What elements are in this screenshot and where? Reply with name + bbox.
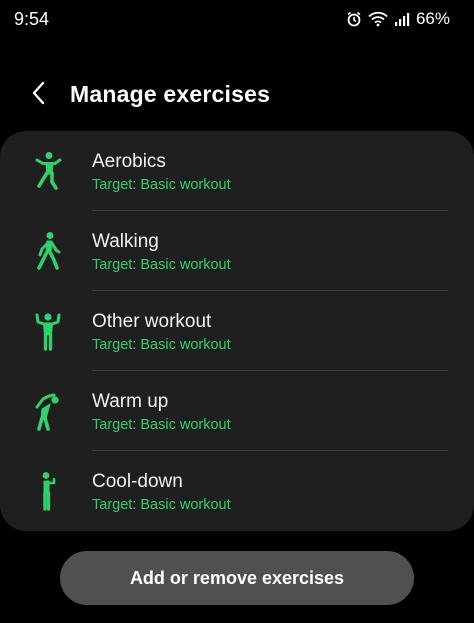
walking-icon: [30, 231, 66, 271]
aerobics-icon: [30, 151, 66, 191]
exercise-target: Target: Basic workout: [92, 257, 231, 273]
exercise-label: Other workout: [92, 311, 212, 332]
back-button[interactable]: [22, 78, 56, 112]
alarm-icon: [346, 11, 362, 27]
exercise-item-other-workout[interactable]: Other workout Target: Basic workout: [0, 291, 474, 371]
wifi-icon: [368, 11, 388, 27]
exercise-target: Target: Basic workout: [92, 177, 231, 193]
exercise-list: Aerobics Target: Basic workout Walking T…: [0, 131, 474, 531]
status-icons: 66%: [346, 9, 450, 29]
status-time: 9:54: [14, 9, 50, 29]
exercise-item-walking[interactable]: Walking Target: Basic workout: [0, 211, 474, 291]
exercise-item-warm-up[interactable]: Warm up Target: Basic workout: [0, 371, 474, 451]
add-or-remove-exercises-button[interactable]: Add or remove exercises: [60, 551, 414, 605]
other-workout-icon: [30, 311, 66, 351]
chevron-left-icon: [32, 81, 46, 110]
battery-level: 66%: [415, 9, 450, 28]
header: Manage exercises: [0, 70, 474, 118]
cool-down-icon: [30, 471, 66, 511]
exercise-label: Aerobics: [92, 151, 166, 172]
exercise-item-aerobics[interactable]: Aerobics Target: Basic workout: [0, 131, 474, 211]
exercise-target: Target: Basic workout: [92, 417, 231, 433]
exercise-label: Warm up: [92, 391, 169, 412]
exercise-label: Walking: [92, 231, 159, 252]
page-title: Manage exercises: [70, 81, 271, 107]
exercise-target: Target: Basic workout: [92, 337, 231, 353]
warm-up-icon: [30, 391, 66, 431]
status-bar: 9:54 66%: [0, 0, 474, 40]
signal-icon: [394, 11, 410, 27]
exercise-label: Cool-down: [92, 471, 183, 492]
exercise-target: Target: Basic workout: [92, 497, 231, 513]
exercise-item-cool-down[interactable]: Cool-down Target: Basic workout: [0, 451, 474, 531]
